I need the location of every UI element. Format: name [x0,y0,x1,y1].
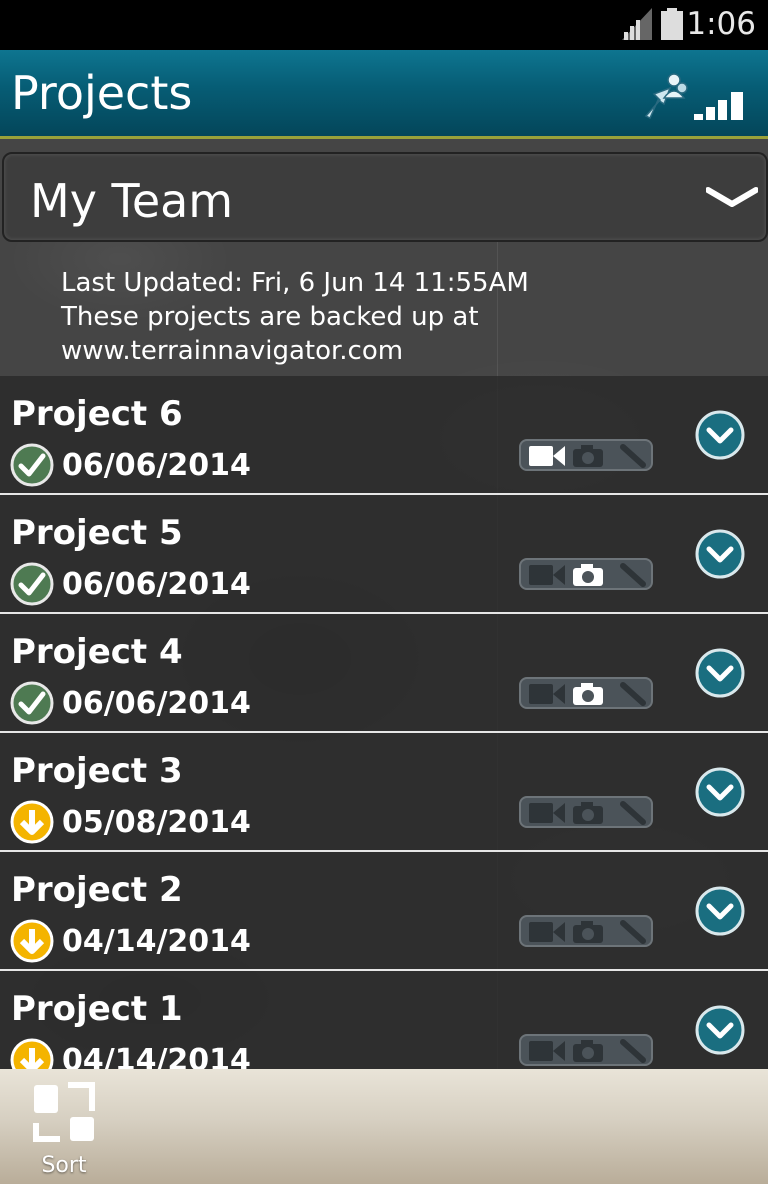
microphone-icon [617,681,647,707]
microphone-icon [617,443,647,469]
project-date: 05/08/2014 [62,805,251,840]
project-date: 06/06/2014 [62,567,251,602]
team-selector-dropdown[interactable]: My Team [2,152,768,242]
media-indicators [519,796,653,828]
camera-icon [571,562,605,588]
app-header: Projects [0,50,768,139]
project-name: Project 6 [11,394,183,434]
expand-chevron-icon[interactable] [695,1005,745,1055]
media-indicators [519,558,653,590]
page-title: Projects [11,66,193,120]
media-indicators [519,1034,653,1066]
project-date: 04/14/2014 [62,924,251,959]
download-arrow-icon [10,919,54,963]
sort-label: Sort [41,1153,87,1178]
signal-strength-icon [694,92,743,120]
expand-chevron-icon[interactable] [695,529,745,579]
microphone-icon [617,800,647,826]
sort-button[interactable]: Sort [28,1081,100,1179]
camera-icon [571,443,605,469]
camera-icon [571,919,605,945]
project-name: Project 1 [11,989,183,1029]
backup-text: These projects are backed up at [61,302,479,332]
project-date: 06/06/2014 [62,686,251,721]
media-indicators [519,677,653,709]
video-icon [527,919,567,945]
project-row[interactable]: Project 4 06/06/2014 [0,614,768,733]
video-icon [527,800,567,826]
video-icon [527,681,567,707]
project-name: Project 2 [11,870,183,910]
backup-info: Last Updated: Fri, 6 Jun 14 11:55AM Thes… [61,266,529,368]
project-list: Project 6 06/06/2014 Project 5 06/06/201… [0,376,768,1088]
project-name: Project 5 [11,513,183,553]
expand-chevron-icon[interactable] [695,886,745,936]
backup-url: www.terrainnavigator.com [61,336,404,366]
camera-icon [571,1038,605,1064]
expand-chevron-icon[interactable] [695,767,745,817]
synced-check-icon [10,562,54,606]
download-arrow-icon [10,800,54,844]
last-updated-text: Last Updated: Fri, 6 Jun 14 11:55AM [61,268,529,298]
sort-icon [33,1082,95,1142]
media-indicators [519,439,653,471]
project-row[interactable]: Project 3 05/08/2014 [0,733,768,852]
video-icon [527,1038,567,1064]
media-indicators [519,915,653,947]
project-row[interactable]: Project 6 06/06/2014 [0,376,768,495]
microphone-icon [617,919,647,945]
chevron-down-icon [706,187,758,207]
expand-chevron-icon[interactable] [695,410,745,460]
project-row[interactable]: Project 5 06/06/2014 [0,495,768,614]
team-sync-icon[interactable] [640,70,692,122]
battery-icon [661,8,683,40]
synced-check-icon [10,443,54,487]
video-icon [527,443,567,469]
camera-icon [571,800,605,826]
video-icon [527,562,567,588]
cell-signal-icon [622,8,652,40]
camera-icon [571,681,605,707]
project-date: 06/06/2014 [62,448,251,483]
synced-check-icon [10,681,54,725]
microphone-icon [617,562,647,588]
team-selector-value: My Team [30,174,234,228]
microphone-icon [617,1038,647,1064]
expand-chevron-icon[interactable] [695,648,745,698]
clock: 1:06 [686,6,756,42]
status-bar: 1:06 [0,0,768,50]
project-row[interactable]: Project 2 04/14/2014 [0,852,768,971]
project-name: Project 3 [11,751,183,791]
bottom-action-bar: Sort [0,1069,768,1184]
project-name: Project 4 [11,632,183,672]
